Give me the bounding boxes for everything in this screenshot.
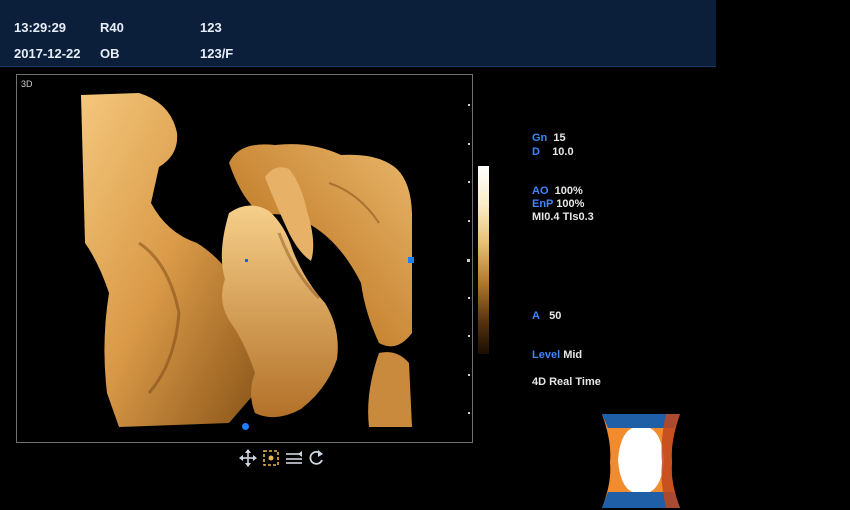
render-toolbar [238, 448, 326, 468]
depth-tick [468, 104, 470, 106]
depth-tick [468, 335, 470, 337]
rotate-icon[interactable] [306, 448, 326, 468]
depth-tick [468, 297, 470, 299]
right-edge-marker[interactable] [408, 257, 414, 263]
depth-tick [468, 181, 470, 183]
patient-name: 123/F [200, 46, 234, 61]
patient-id: 123 [200, 20, 222, 35]
depth-scale-ticks [467, 75, 474, 444]
depth-tick-center [467, 259, 470, 262]
move-icon[interactable] [238, 448, 258, 468]
select-box-icon[interactable] [261, 448, 281, 468]
angle-value: 50 [549, 310, 562, 322]
depth-tick [468, 220, 470, 222]
level-row: Level Mid [532, 349, 582, 361]
mi-ti-value: MI0.4 TIs0.3 [532, 211, 594, 223]
enhanced-power-label: EnP [532, 198, 554, 210]
enhanced-power-row: EnP 100% [532, 198, 584, 210]
depth-row: D 10.0 [532, 146, 574, 158]
angle-row: A 50 [532, 310, 561, 322]
tint-colormap-bar [478, 166, 489, 354]
gain-value: 15 [553, 132, 566, 144]
clock-time: 13:29:29 [14, 20, 67, 35]
depth-tick [468, 143, 470, 145]
acoustic-output-label: AO [532, 185, 549, 197]
depth-value: 10.0 [552, 146, 574, 158]
level-value: Mid [563, 349, 583, 361]
level-label: Level [532, 349, 561, 361]
mode-row: 4D Real Time [532, 376, 601, 388]
orientation-indicator-icon [602, 414, 680, 508]
depth-tick [468, 374, 470, 376]
depth-label: D [532, 146, 540, 158]
imaging-parameters-panel: Gn 15 D 10.0 AO 100% EnP 100% MI0.4 TIs0… [532, 0, 732, 400]
viewport-mode-label: 3D [21, 79, 33, 89]
probe-name: R40 [100, 20, 124, 35]
bottom-edge-marker[interactable] [242, 423, 249, 430]
enhanced-power-value: 100% [556, 198, 585, 210]
mode-text: 4D Real Time [532, 376, 601, 388]
gain-row: Gn 15 [532, 132, 566, 144]
acoustic-output-row: AO 100% [532, 185, 583, 197]
mi-ti-row: MI0.4 TIs0.3 [532, 211, 594, 223]
exam-date: 2017-12-22 [14, 46, 81, 61]
depth-tick [468, 412, 470, 414]
gain-label: Gn [532, 132, 548, 144]
render-viewport[interactable]: 3D [16, 74, 473, 443]
angle-label: A [532, 310, 540, 322]
acoustic-output-value: 100% [554, 185, 583, 197]
exam-type: OB [100, 46, 120, 61]
center-cursor-dot[interactable] [245, 259, 248, 262]
tilt-icon[interactable] [284, 448, 304, 468]
